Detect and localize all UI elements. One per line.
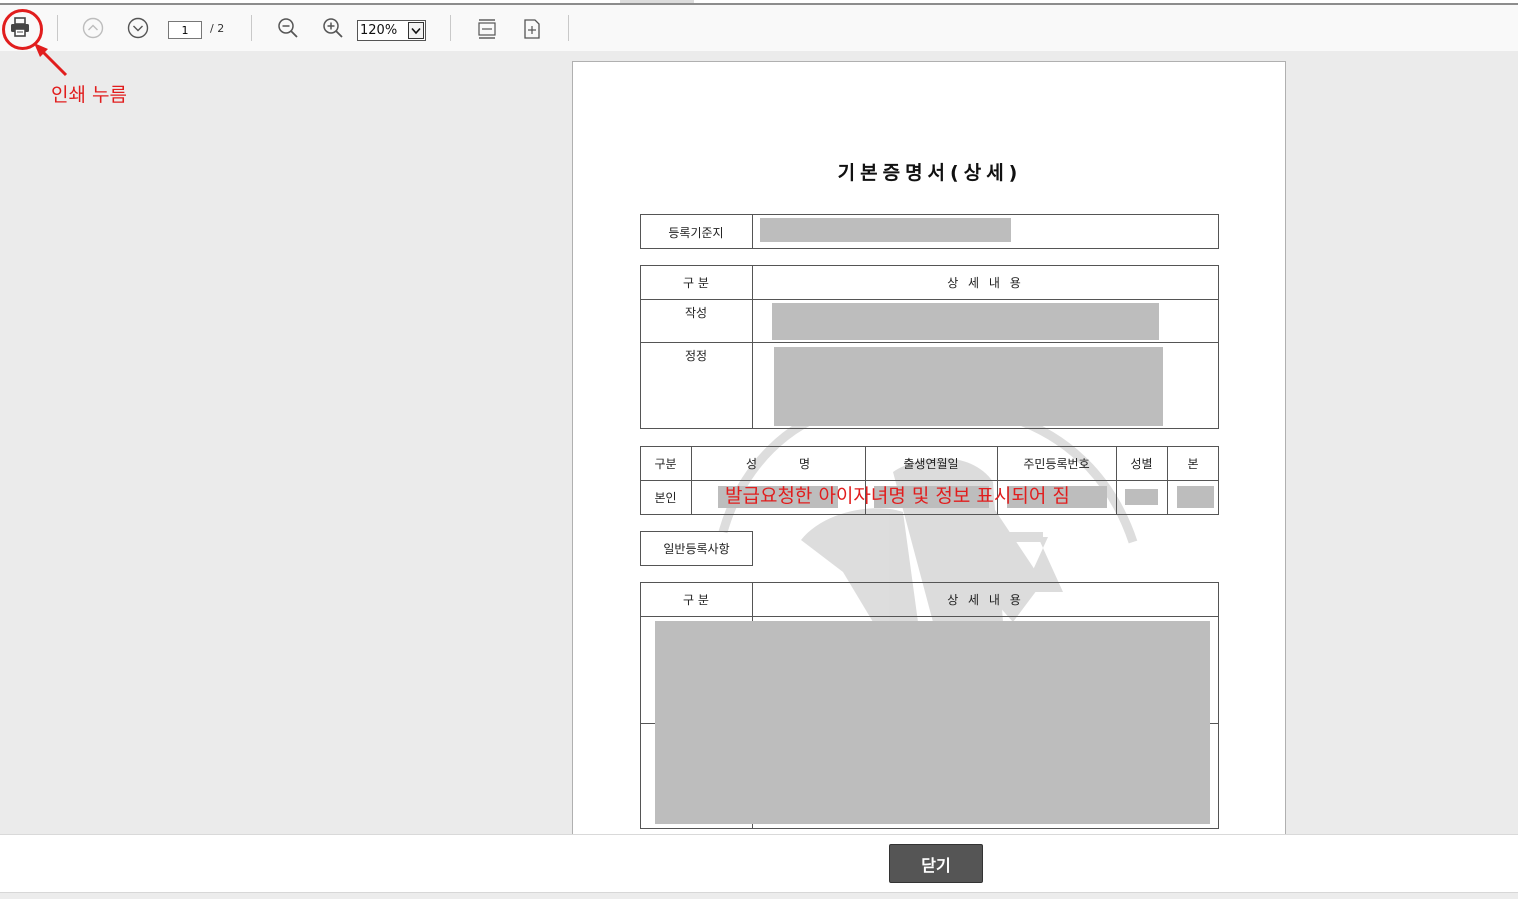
zoom-dropdown-button[interactable] <box>408 22 424 39</box>
document-page: 기본증명서(상세) 등록기준지 구 분 상 세 내 용 작성 정정 구분 성 명… <box>572 61 1286 834</box>
row-label-created: 작성 <box>684 306 708 320</box>
page-number-input[interactable] <box>168 21 202 39</box>
next-page-button[interactable] <box>125 15 151 41</box>
toolbar-separator <box>568 15 569 41</box>
bottom-bar <box>0 892 1518 899</box>
prev-page-button[interactable] <box>80 15 106 41</box>
redaction-block <box>1125 489 1158 505</box>
footer <box>0 834 1518 899</box>
document-viewer[interactable]: 기본증명서(상세) 등록기준지 구 분 상 세 내 용 작성 정정 구분 성 명… <box>0 51 1518 834</box>
next-page-icon <box>127 17 149 39</box>
redaction-block <box>774 347 1163 426</box>
reg-base-label: 등록기준지 <box>668 226 724 240</box>
person-header-rrn: 주민등록번호 <box>1023 457 1090 471</box>
toolbar-separator <box>450 15 451 41</box>
table-divider <box>752 214 753 249</box>
redaction-block <box>760 218 1011 242</box>
table-divider <box>640 342 1219 343</box>
redaction-block <box>655 621 1210 824</box>
zoom-in-button[interactable] <box>320 15 346 41</box>
document-title: 기본증명서(상세) <box>837 162 1023 184</box>
person-header-name: 성 명 <box>745 457 811 471</box>
table-divider <box>640 616 1219 617</box>
zoom-in-icon <box>323 18 343 38</box>
table-header-details: 상 세 내 용 <box>947 593 1024 607</box>
redaction-block <box>1177 486 1214 508</box>
prev-page-icon <box>82 17 104 39</box>
table-header-details: 상 세 내 용 <box>947 276 1024 290</box>
zoom-value: 120% <box>360 23 398 38</box>
table-divider <box>640 299 1219 300</box>
page-total: / 2 <box>210 22 225 35</box>
zoom-out-icon <box>278 18 298 38</box>
fit-width-icon <box>478 19 496 39</box>
table-header-category: 구 분 <box>683 276 709 290</box>
annotation-print-label: 인쇄 누름 <box>51 84 127 106</box>
annotation-arrow-icon <box>34 43 68 77</box>
chevron-down-icon <box>411 27 421 34</box>
pdf-toolbar: / 2 120% <box>0 5 1518 51</box>
zoom-out-button[interactable] <box>275 15 301 41</box>
table-header-category: 구 분 <box>683 593 709 607</box>
annotation-overlay-note: 발급요청한 아이자녀명 및 정보 표시되어 짐 <box>725 485 1070 507</box>
person-header-origin: 본 <box>1187 457 1199 471</box>
zoom-select[interactable]: 120% <box>357 20 426 41</box>
general-section-label: 일반등록사항 <box>663 542 730 556</box>
redaction-block <box>772 303 1159 340</box>
person-header-category: 구분 <box>654 457 677 471</box>
toolbar-separator <box>251 15 252 41</box>
person-header-gender: 성별 <box>1130 457 1153 471</box>
person-row-label: 본인 <box>654 491 677 505</box>
row-label-corrected: 정정 <box>684 349 708 363</box>
close-button[interactable]: 닫기 <box>889 844 983 883</box>
fit-page-icon <box>524 19 540 39</box>
person-header-birth: 출생연월일 <box>903 457 959 471</box>
fit-page-button[interactable] <box>519 15 545 43</box>
fit-width-button[interactable] <box>474 15 500 43</box>
